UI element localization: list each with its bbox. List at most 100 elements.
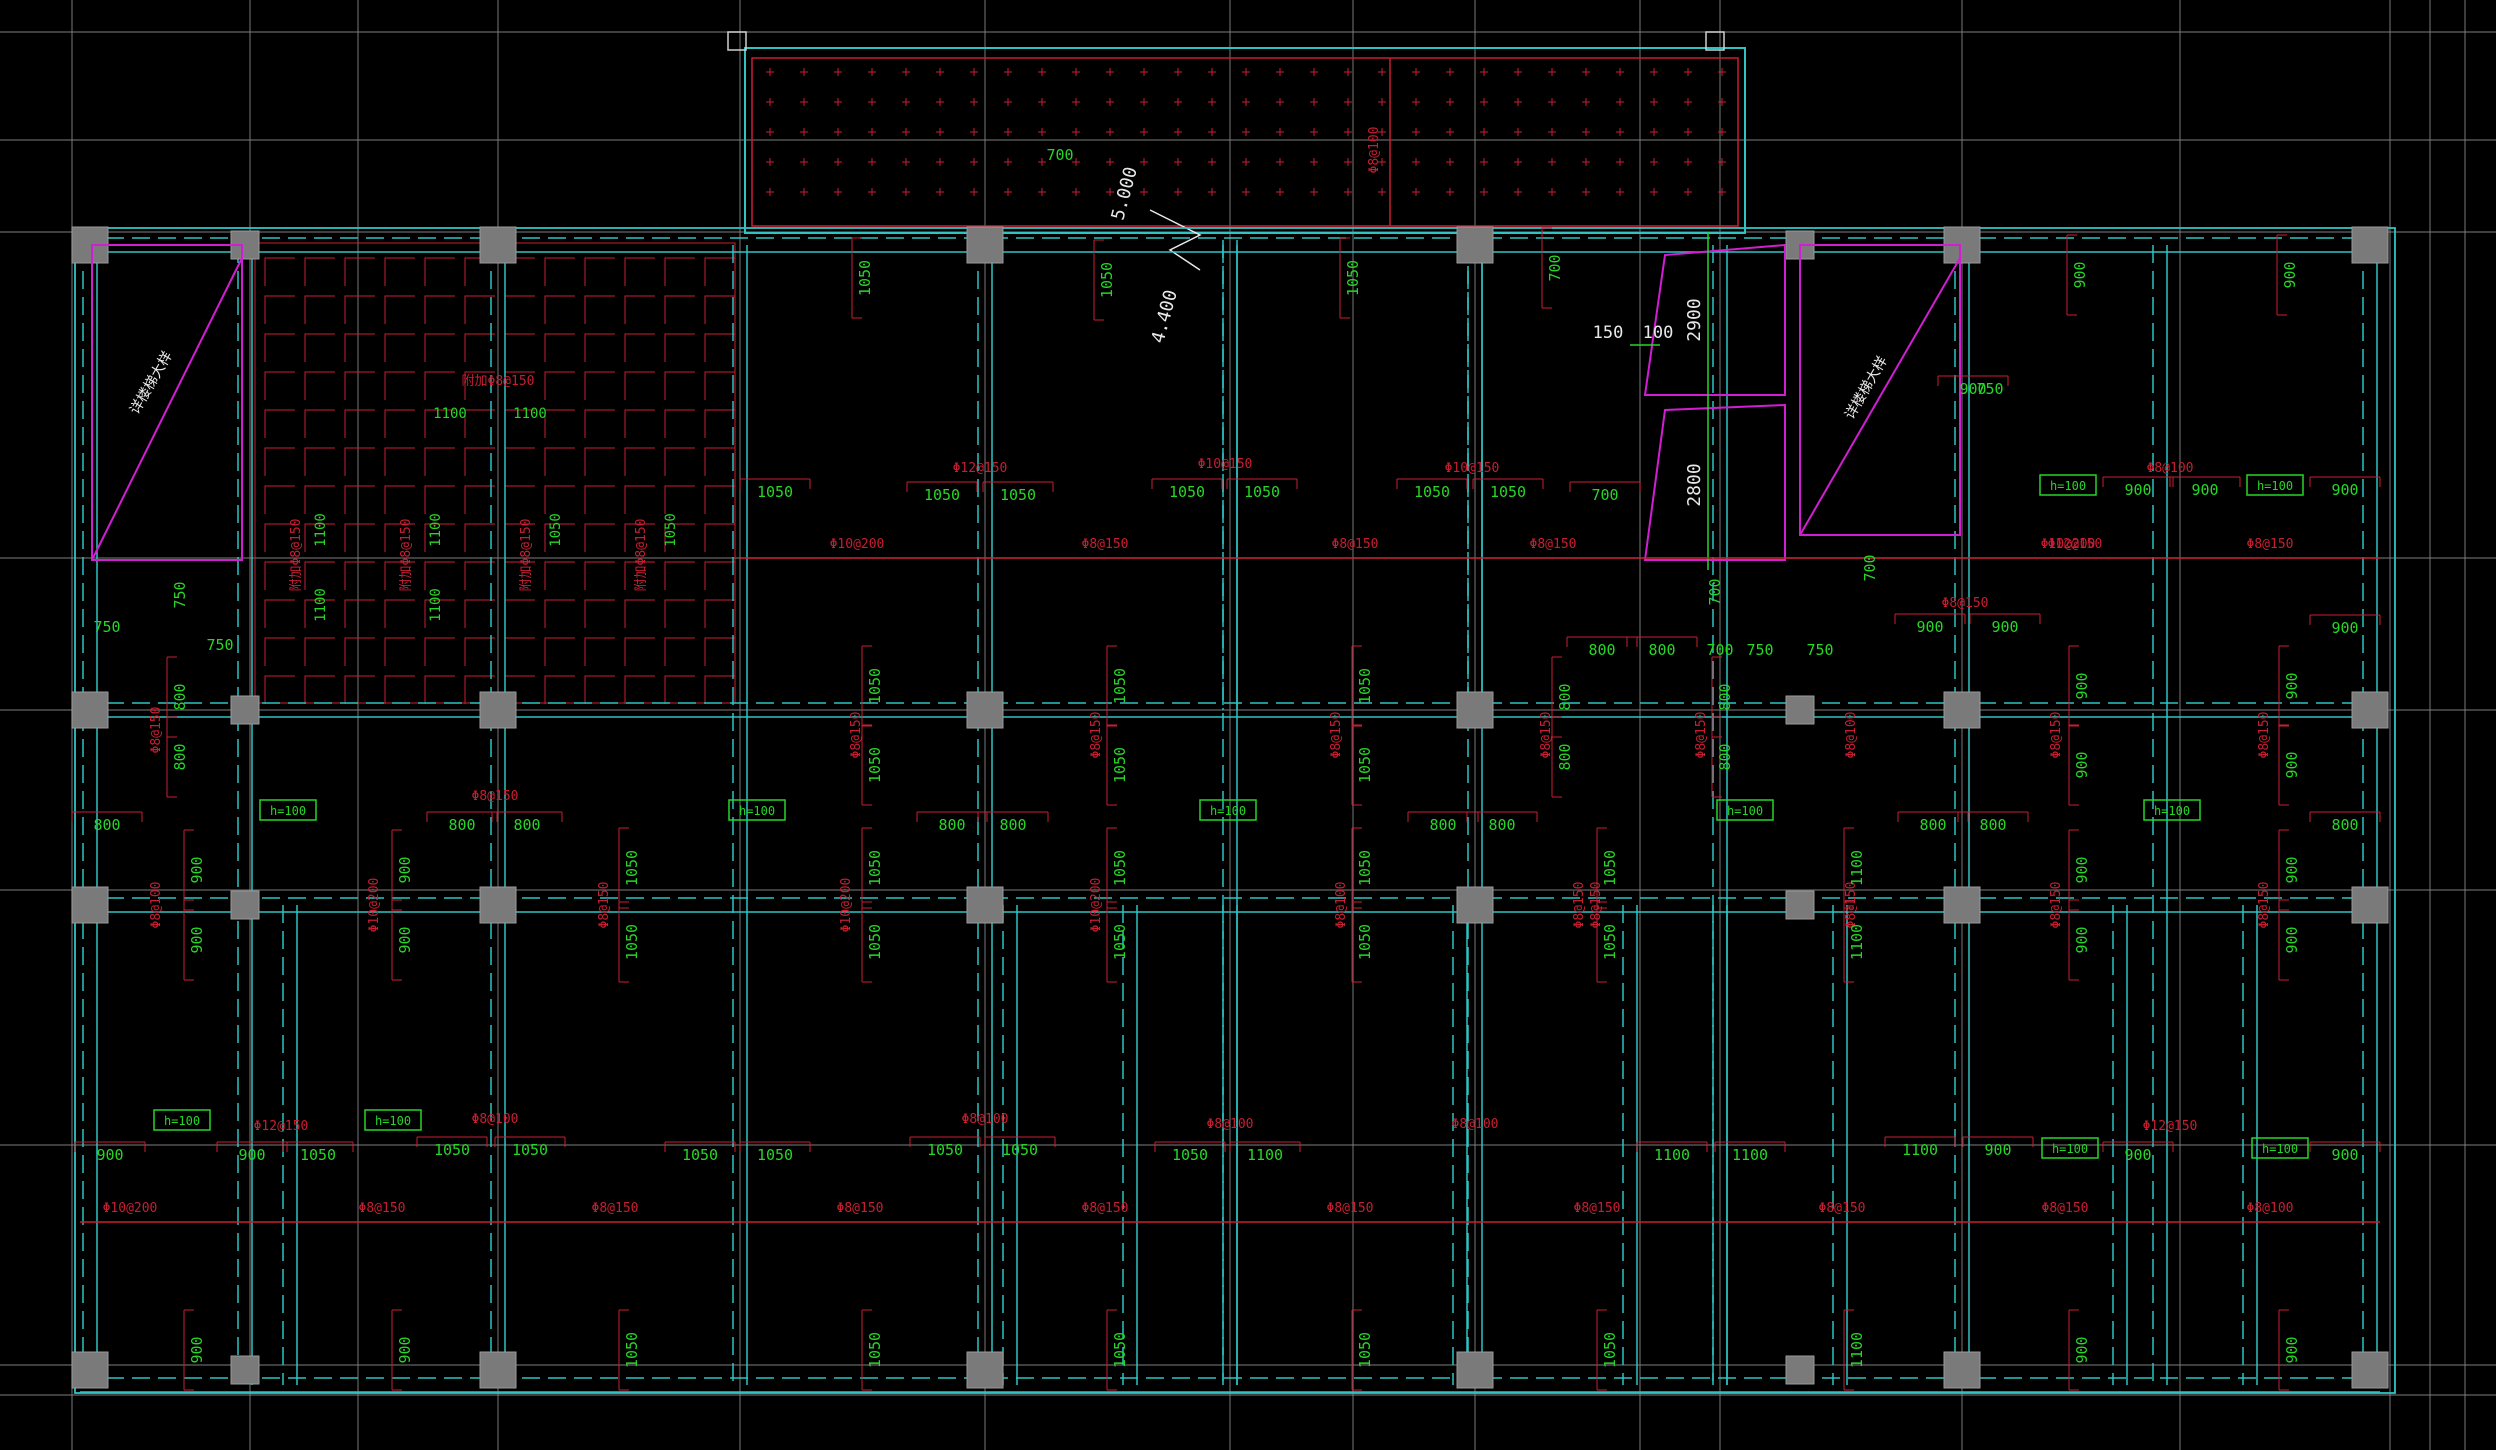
dim-label-vertical: 1100 [1848, 924, 1866, 960]
column [1456, 691, 1494, 729]
rebar-label: Φ10@200 [830, 537, 885, 552]
rebar-label: Φ8@150 [1082, 1201, 1129, 1216]
dim-label: 800 [938, 816, 965, 834]
slab-thickness-tag: h=100 [2262, 1142, 2298, 1156]
dim-label-vertical: 900 [188, 926, 206, 953]
dim-label: 800 [1979, 816, 2006, 834]
dim-label: 1050 [434, 1141, 470, 1159]
dim-label-vertical: 1050 [866, 1332, 884, 1368]
rebar-label: Φ8@150 [2247, 537, 2294, 552]
rebar-label-vertical: Φ8@100 [1844, 712, 1859, 759]
column [966, 886, 1004, 924]
stair-rebar-label: 附加Φ8@150 [462, 374, 535, 389]
column [479, 1351, 517, 1389]
dim-label: 800 [999, 816, 1026, 834]
column [479, 886, 517, 924]
column [1943, 1351, 1981, 1389]
rebar-label-vertical: Φ8@150 [1844, 882, 1859, 929]
dim-label: 800 [1488, 816, 1515, 834]
dim-label: 1050 [924, 486, 960, 504]
column [71, 886, 109, 924]
dim-label: 1050 [1244, 483, 1280, 501]
dim-label-misc: 700 [1706, 641, 1733, 659]
rebar-label-vertical: Φ8@150 [149, 707, 164, 754]
column [2351, 691, 2389, 729]
rebar-label-vertical: Φ8@150 [2257, 882, 2272, 929]
dim-label: 800 [2331, 816, 2358, 834]
dim-label-misc: 750 [206, 636, 233, 654]
dim-label-vertical: 1050 [1111, 924, 1129, 960]
dim-label-vertical: 1050 [1111, 747, 1129, 783]
stair-rebar-label: 附加Φ8@150 [399, 519, 414, 592]
stair-dim: 1100 [313, 588, 329, 622]
dim-label: 800 [93, 816, 120, 834]
rebar-label: Φ12@150 [254, 1119, 309, 1134]
rebar-label: Φ8@150 [2042, 1201, 2089, 1216]
rebar-label-vertical: Φ8@150 [2257, 712, 2272, 759]
dim-label-vertical: 1050 [623, 850, 641, 886]
dim-label-vertical: 800 [171, 683, 189, 710]
structural-floor-plan[interactable]: Φ8@1005.0004.400 详楼梯大样 详楼梯大样29002800150 10… [0, 0, 2496, 1450]
rebar-label-vertical: Φ8@150 [1694, 712, 1709, 759]
dim-label: 900 [2124, 1146, 2151, 1164]
dim-label: 1100 [1247, 1146, 1283, 1164]
dim-label: 800 [1648, 641, 1675, 659]
rebar-label: Φ8@100 [472, 1112, 519, 1127]
rebar-label: Φ10@200 [103, 1201, 158, 1216]
dim-label-vertical: 1050 [623, 1332, 641, 1368]
dim-label-vertical: 1050 [1111, 1332, 1129, 1368]
dim-label: 1050 [757, 1146, 793, 1164]
dim-label: 900 [1916, 618, 1943, 636]
dim-label-vertical: 1050 [866, 924, 884, 960]
column [71, 691, 109, 729]
column [2351, 886, 2389, 924]
dim-label-vertical: 1050 [1601, 924, 1619, 960]
dim-label: 900 [238, 1146, 265, 1164]
dim-label: 1050 [1172, 1146, 1208, 1164]
column [1456, 226, 1494, 264]
dim-label: 1100 [1654, 1146, 1690, 1164]
dim-label-vertical: 900 [2071, 261, 2089, 288]
dim-label-vertical: 1050 [1098, 262, 1116, 298]
column [1943, 691, 1981, 729]
dim-label-misc: 700 [1706, 578, 1724, 605]
rebar-label: Φ8@100 [962, 1112, 1009, 1127]
rebar-label: Φ8@100 [2247, 1201, 2294, 1216]
rebar-label-vertical: Φ8@150 [2049, 712, 2064, 759]
dim-label-vertical: 1050 [1111, 850, 1129, 886]
stair-dim: 1100 [313, 513, 329, 547]
column [230, 1355, 260, 1385]
dim-label: 1050 [1002, 1141, 1038, 1159]
rebar-label: Φ8@150 [592, 1201, 639, 1216]
dim-label: 1050 [682, 1146, 718, 1164]
dim-label-misc: 700 [1861, 554, 1879, 581]
dim-label-vertical: 1050 [866, 850, 884, 886]
dim-label-vertical: 800 [1556, 683, 1574, 710]
column [966, 691, 1004, 729]
rebar-label: Φ8@150 [1942, 596, 1989, 611]
stair-rebar-label: 附加Φ8@150 [289, 519, 304, 592]
dim-label-vertical: 800 [1556, 743, 1574, 770]
dim-label: 900 [2331, 481, 2358, 499]
column [71, 1351, 109, 1389]
dim-label-vertical: 1050 [1111, 668, 1129, 704]
cad-drawing-canvas[interactable]: Φ8@100 5.000 4.400 详楼梯大样 详楼梯大样 2900 2800 150 10… [0, 0, 2496, 1450]
rebar-label: Φ12@150 [953, 461, 1008, 476]
column [479, 226, 517, 264]
dim-label-vertical: 900 [2283, 751, 2301, 778]
slab-thickness-tag: h=100 [270, 804, 306, 818]
dim-label: 700 [1591, 486, 1618, 504]
dim-label-vertical: 1050 [623, 924, 641, 960]
stair-dim: 1100 [428, 588, 444, 622]
rebar-label: Φ8@150 [1574, 1201, 1621, 1216]
dim-label: 1050 [1000, 486, 1036, 504]
slab-thickness-tag: h=100 [2050, 479, 2086, 493]
rebar-label: Φ8@150 [1819, 1201, 1866, 1216]
dim-label: 900 [1984, 1141, 2011, 1159]
rebar-label-vertical: Φ8@150 [1329, 712, 1344, 759]
dim-label-vertical: 900 [2283, 1336, 2301, 1363]
column [966, 1351, 1004, 1389]
dim-label-vertical: 900 [188, 856, 206, 883]
dim-label-vertical: 900 [188, 1336, 206, 1363]
dim-label-vertical: 900 [2283, 672, 2301, 699]
